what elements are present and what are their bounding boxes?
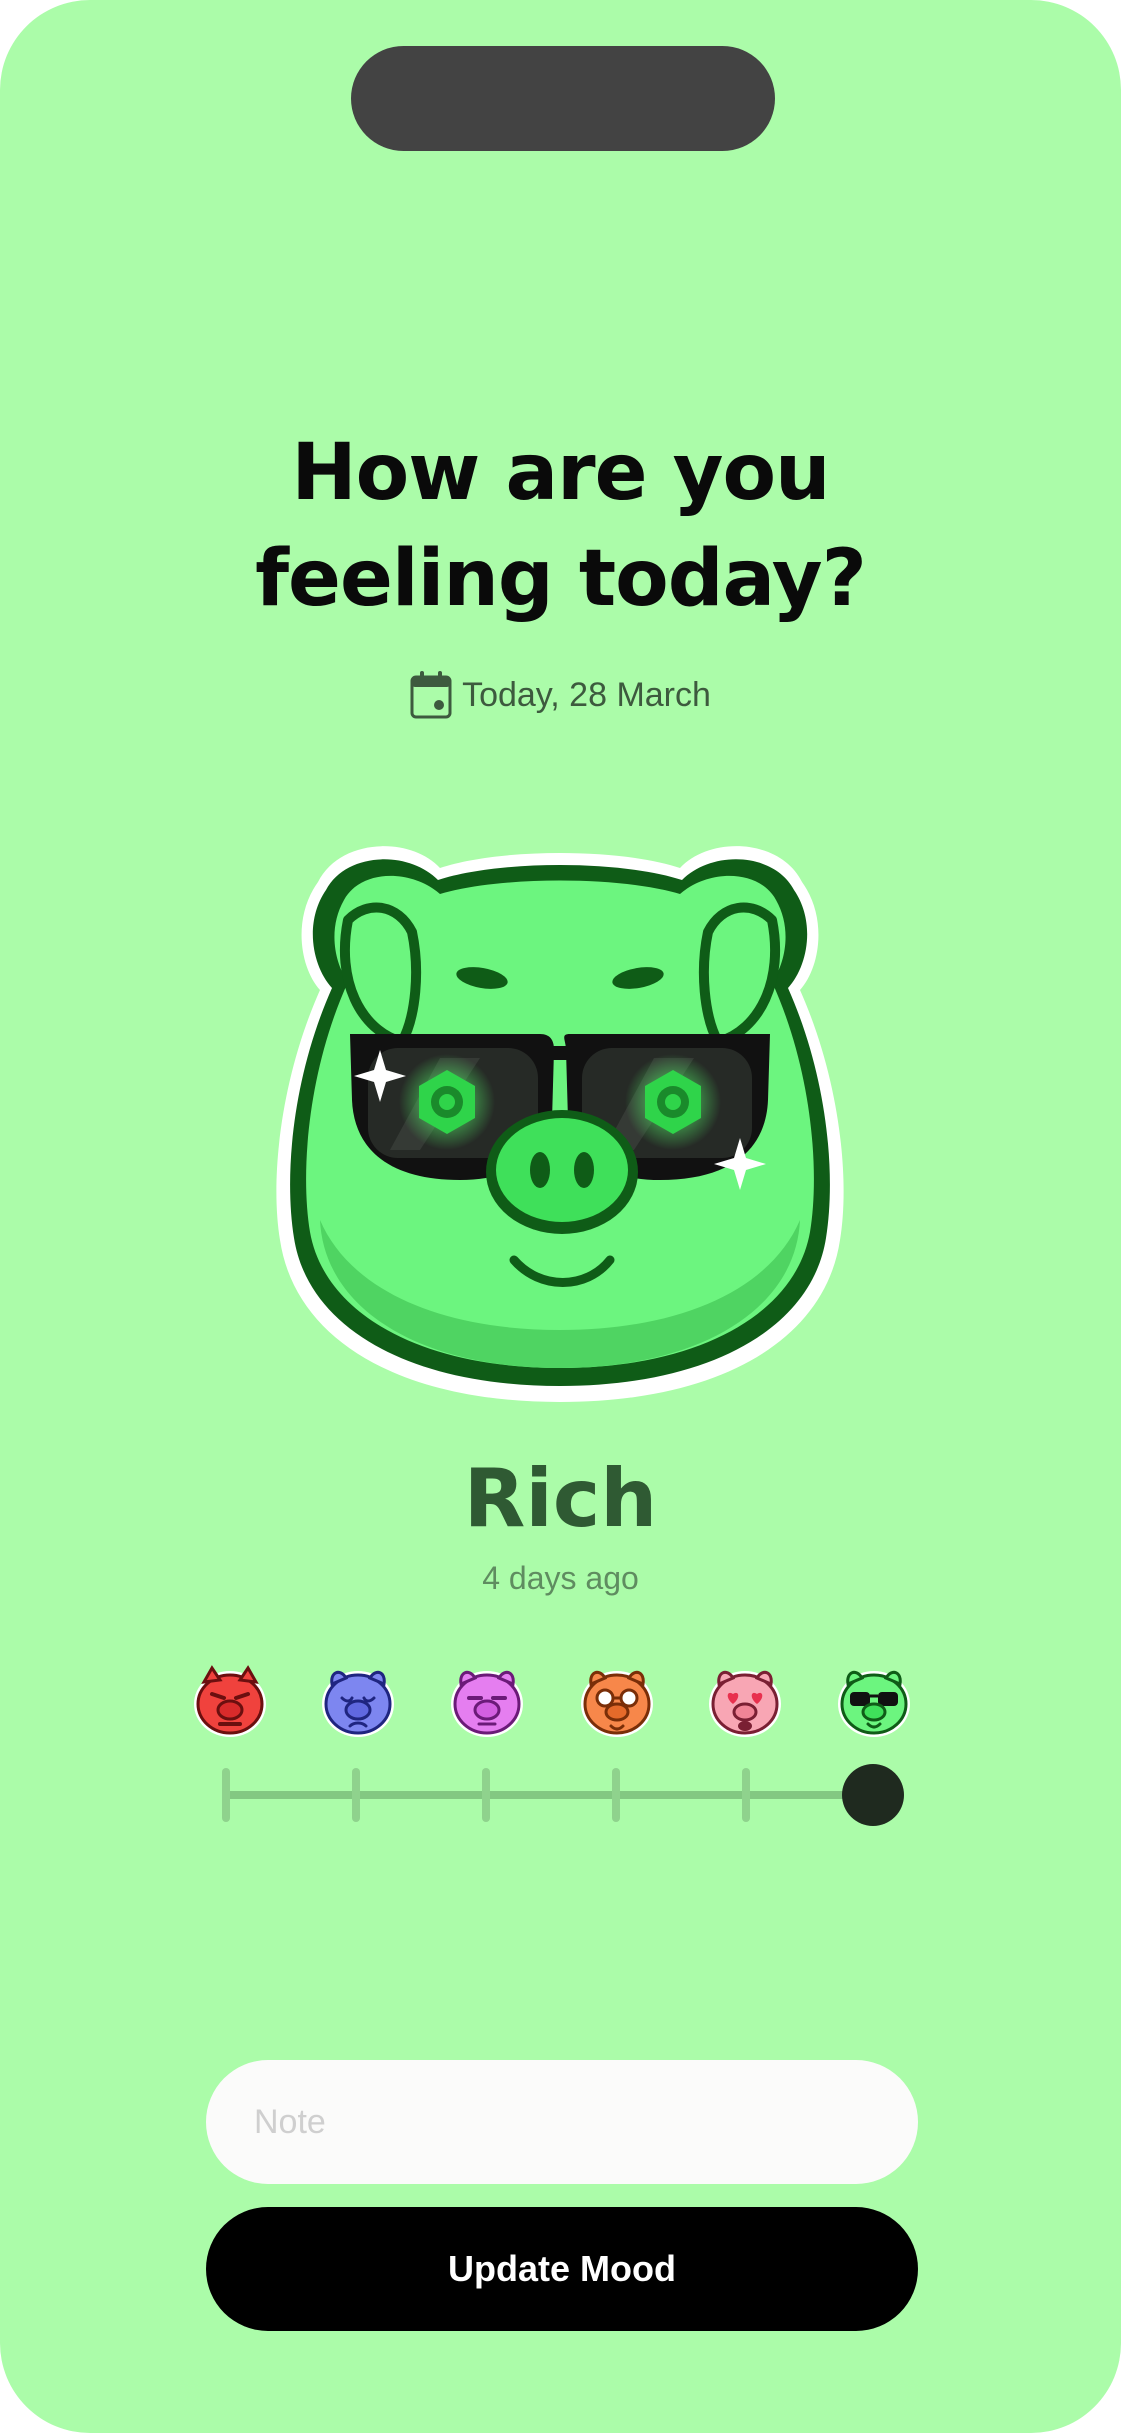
unimpressed-purple-pig-icon[interactable] xyxy=(447,1660,527,1740)
mood-options xyxy=(0,1660,1121,1740)
slider-tick xyxy=(742,1768,750,1822)
slider-tick xyxy=(222,1768,230,1822)
slider-tick xyxy=(352,1768,360,1822)
mood-slider[interactable] xyxy=(220,1760,910,1830)
phone-screen: How are you feeling today? Today, 28 Mar… xyxy=(0,0,1121,2433)
nerdy-orange-pig-icon[interactable] xyxy=(577,1660,657,1740)
date-label: Today, 28 March xyxy=(462,675,711,714)
page-title: How are you feeling today? xyxy=(0,420,1121,632)
sad-blue-pig-icon[interactable] xyxy=(318,1660,398,1740)
date-row: Today, 28 March xyxy=(0,670,1121,720)
green-pig-sunglasses-icon xyxy=(276,846,844,1402)
calendar-icon xyxy=(410,671,452,719)
slider-tick xyxy=(612,1768,620,1822)
in-love-pink-pig-icon[interactable] xyxy=(705,1660,785,1740)
update-mood-button[interactable]: Update Mood xyxy=(206,2207,918,2331)
note-input[interactable] xyxy=(206,2060,918,2184)
title-line-1: How are you xyxy=(291,428,830,518)
slider-tick xyxy=(482,1768,490,1822)
slider-thumb[interactable] xyxy=(842,1764,904,1826)
title-line-2: feeling today? xyxy=(255,534,867,624)
angry-red-pig-icon[interactable] xyxy=(190,1660,270,1740)
mood-name: Rich xyxy=(463,1452,658,1545)
cool-green-pig-icon[interactable] xyxy=(834,1660,914,1740)
mood-time-ago: 4 days ago xyxy=(482,1560,639,1596)
dynamic-island xyxy=(351,46,775,151)
slider-track[interactable] xyxy=(226,1791,886,1799)
